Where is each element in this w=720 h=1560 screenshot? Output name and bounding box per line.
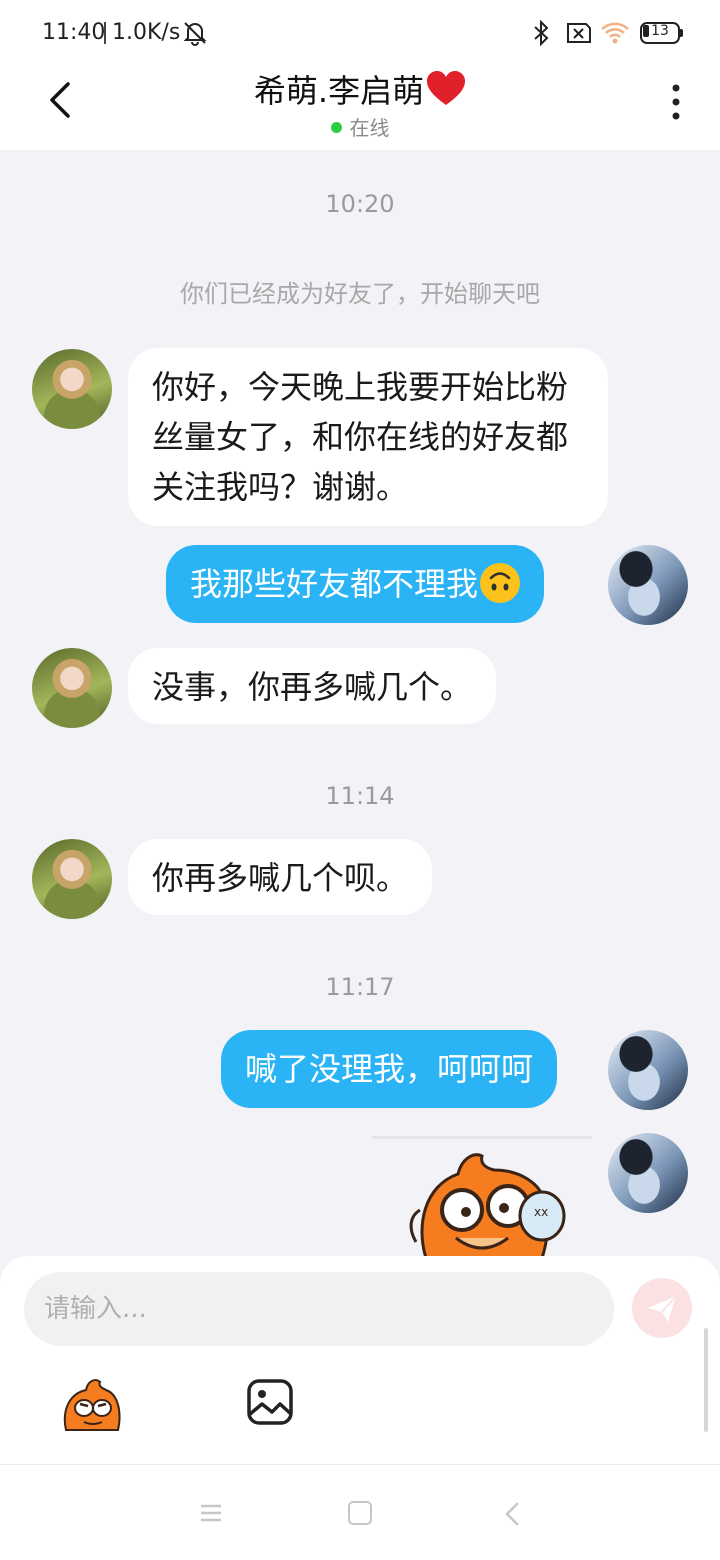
battery-icon: 13 <box>640 22 684 44</box>
status-separator <box>104 22 106 44</box>
send-button[interactable] <box>632 1278 692 1338</box>
my-avatar[interactable] <box>608 1133 688 1213</box>
contact-avatar[interactable] <box>32 349 112 429</box>
online-status-label: 在线 <box>349 116 390 140</box>
timestamp: 10:20 <box>325 190 395 218</box>
message-composer <box>0 1256 720 1464</box>
chat-header: 希萌.李启萌 在线 <box>0 64 720 150</box>
page-title: 希萌.李启萌 <box>253 72 425 110</box>
received-message-bubble[interactable]: 你好，今天晚上我要开始比粉丝量女了，和你在线的好友都关注我吗？谢谢。 <box>128 348 608 526</box>
timestamp: 11:17 <box>325 973 395 1001</box>
image-icon[interactable] <box>246 1378 294 1426</box>
sticker-divider <box>372 1136 592 1139</box>
message-input[interactable] <box>24 1272 614 1346</box>
heart-icon <box>427 71 466 105</box>
chat-messages[interactable]: 10:20 你们已经成为好友了，开始聊天吧 你好，今天晚上我要开始比粉丝量女了，… <box>0 150 720 1256</box>
my-avatar[interactable] <box>608 545 688 625</box>
nav-back-icon[interactable] <box>502 1501 522 1527</box>
sim-disabled-icon <box>567 23 591 43</box>
emoji-sticker-icon[interactable] <box>60 1376 122 1432</box>
scroll-indicator <box>704 1328 708 1432</box>
contact-avatar[interactable] <box>32 839 112 919</box>
my-avatar[interactable] <box>608 1030 688 1110</box>
svg-text:xx: xx <box>534 1205 548 1219</box>
status-time: 11:40 <box>42 20 106 45</box>
received-message-bubble[interactable]: 没事，你再多喊几个。 <box>128 648 497 724</box>
contact-avatar[interactable] <box>32 648 112 728</box>
upside-down-face-icon <box>480 563 521 603</box>
sent-message-bubble[interactable]: 喊了没理我，呵呵呵 <box>221 1030 558 1108</box>
network-speed: 1.0K/s <box>112 20 181 45</box>
bluetooth-icon <box>534 20 549 46</box>
sent-message-text: 我那些好友都不理我 <box>190 565 479 603</box>
battery-level: 13 <box>651 23 669 39</box>
wifi-icon <box>601 22 629 44</box>
mute-bell-icon <box>183 22 207 46</box>
timestamp: 11:14 <box>325 782 395 810</box>
system-message: 你们已经成为好友了，开始聊天吧 <box>180 280 540 308</box>
sent-message-bubble[interactable]: 我那些好友都不理我 <box>166 545 545 623</box>
received-message-bubble[interactable]: 你再多喊几个呗。 <box>128 839 433 915</box>
status-bar: 11:40 1.0K/s 13 <box>0 0 720 64</box>
online-status: 在线 <box>0 112 720 141</box>
home-button-icon[interactable] <box>348 1501 372 1525</box>
more-options-icon[interactable] <box>664 82 688 122</box>
contact-name: 希萌.李启萌 <box>160 66 560 112</box>
cartoon-fox-sticker[interactable]: xx <box>396 1146 566 1256</box>
system-navigation-bar <box>0 1464 720 1560</box>
online-dot-icon <box>330 122 342 133</box>
recent-apps-icon[interactable] <box>198 1503 224 1523</box>
paper-plane-icon <box>648 1295 677 1322</box>
